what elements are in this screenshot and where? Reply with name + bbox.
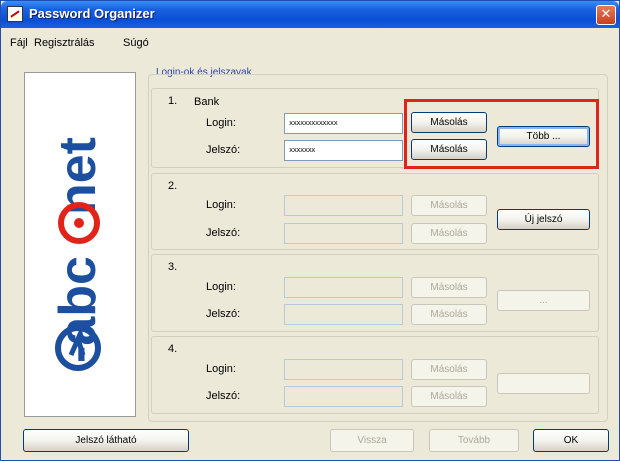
password-label: Jelszó:	[206, 227, 241, 239]
title-bar[interactable]: Password Organizer ✕	[1, 1, 619, 28]
menu-register[interactable]: Regisztrálás	[34, 37, 95, 49]
app-window: Password Organizer ✕ Fájl Regisztrálás S…	[0, 0, 620, 461]
copy-login-button[interactable]: Másolás	[411, 359, 487, 380]
entry-number: 4.	[168, 343, 178, 355]
password-field[interactable]: xxxxxxx	[284, 140, 403, 161]
close-button[interactable]: ✕	[596, 5, 616, 25]
entry-number: 3.	[168, 261, 178, 273]
password-label: Jelszó:	[206, 308, 241, 320]
next-button[interactable]: Tovább	[429, 429, 519, 452]
copy-password-button[interactable]: Másolás	[411, 223, 487, 244]
login-field[interactable]	[284, 277, 403, 298]
login-label: Login:	[206, 363, 236, 375]
password-field[interactable]	[284, 304, 403, 325]
login-field[interactable]	[284, 359, 403, 380]
login-field[interactable]: xxxxxxxxxxxxx	[284, 113, 403, 134]
menu-bar: Fájl Regisztrálás Súgó	[1, 34, 619, 52]
show-password-button[interactable]: Jelszó látható	[23, 429, 189, 452]
login-label: Login:	[206, 281, 236, 293]
abc-net-logo: -abc net	[49, 137, 107, 371]
password-label: Jelszó:	[206, 390, 241, 402]
more-button[interactable]: Több ...	[497, 126, 590, 147]
password-field[interactable]	[284, 386, 403, 407]
entry-name: Bank	[194, 96, 220, 108]
password-field[interactable]	[284, 223, 403, 244]
window-title: Password Organizer	[29, 6, 155, 21]
copy-login-button[interactable]: Másolás	[411, 112, 487, 133]
login-label: Login:	[206, 199, 236, 211]
copy-password-button[interactable]: Másolás	[411, 304, 487, 325]
copy-password-button[interactable]: Másolás	[411, 386, 487, 407]
ok-button[interactable]: OK	[533, 429, 609, 452]
login-field[interactable]	[284, 195, 403, 216]
copy-login-button[interactable]: Másolás	[411, 277, 487, 298]
login-label: Login:	[206, 117, 236, 129]
new-password-button[interactable]: Új jelszó	[497, 209, 590, 230]
menu-file[interactable]: Fájl	[10, 37, 28, 49]
logo-panel: -abc net	[24, 72, 136, 417]
copy-login-button[interactable]: Másolás	[411, 195, 487, 216]
side-button[interactable]	[497, 373, 590, 394]
entry-number: 1.	[168, 95, 178, 107]
more-button[interactable]: ...	[497, 290, 590, 311]
entry-number: 2.	[168, 180, 178, 192]
app-icon	[7, 6, 23, 22]
back-button[interactable]: Vissza	[330, 429, 414, 452]
password-label: Jelszó:	[206, 144, 241, 156]
menu-help[interactable]: Súgó	[123, 37, 149, 49]
copy-password-button[interactable]: Másolás	[411, 139, 487, 160]
